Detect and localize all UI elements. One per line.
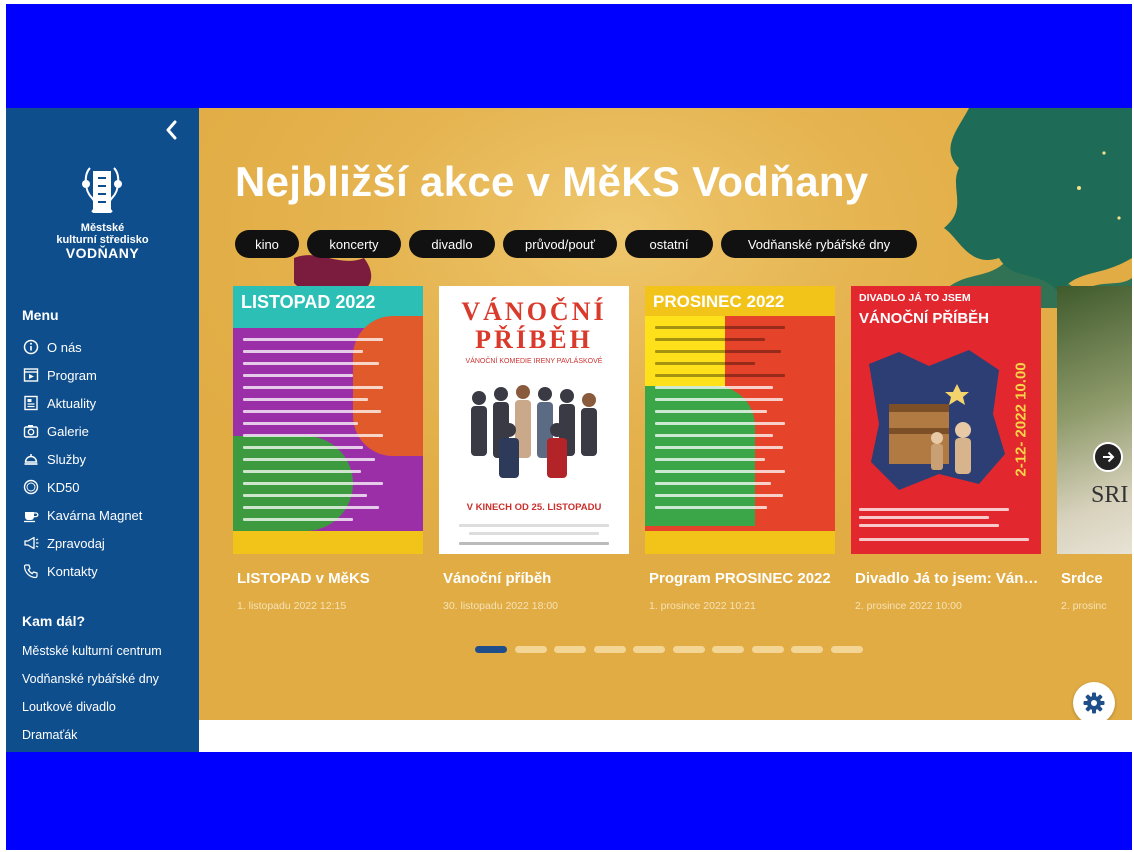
carousel-dot[interactable] bbox=[791, 646, 823, 653]
sidebar-item-kontakty[interactable]: Kontakty bbox=[22, 560, 98, 582]
gear-icon bbox=[1083, 692, 1105, 714]
link-mestske-kulturni-centrum[interactable]: Městské kulturní centrum bbox=[22, 644, 162, 658]
sidebar-item-aktuality[interactable]: Aktuality bbox=[22, 392, 96, 414]
event-title[interactable]: LISTOPAD v MěKS bbox=[237, 570, 421, 587]
event-poster[interactable]: DIVADLO JÁ TO JSEM VÁNOČNÍ PŘÍBĚH 2-12- … bbox=[851, 286, 1041, 554]
poster-footer: V KINECH OD 25. LISTOPADU bbox=[466, 502, 602, 513]
link-loutkove-divadlo[interactable]: Loutkové divadlo bbox=[22, 700, 116, 714]
carousel-dot[interactable] bbox=[514, 646, 547, 653]
carousel-dot[interactable] bbox=[475, 646, 507, 653]
event-date: 2. prosinc bbox=[1061, 600, 1107, 612]
calendar-play-icon bbox=[22, 367, 39, 384]
info-icon bbox=[22, 339, 39, 356]
poster-subtitle: VÁNOČNÍ KOMEDIE IRENY PAVLÁSKOVÉ bbox=[465, 358, 603, 365]
phone-icon bbox=[22, 563, 39, 580]
event-date: 2. prosince 2022 10:00 bbox=[855, 600, 962, 612]
sidebar-item-label: KD50 bbox=[47, 479, 80, 495]
event-poster[interactable]: VÁNOČNÍ PŘÍBĚH VÁNOČNÍ KOMEDIE IRENY PAV… bbox=[439, 286, 629, 554]
sidebar-item-o-nas[interactable]: O nás bbox=[22, 336, 82, 358]
filter-chip-kino[interactable]: kino bbox=[235, 230, 299, 258]
event-title[interactable]: Vánoční příběh bbox=[443, 570, 627, 587]
camera-icon bbox=[22, 423, 39, 440]
app-screen: Městské kulturní středisko VODŇANY Menu … bbox=[6, 108, 1132, 752]
collapse-sidebar-button[interactable] bbox=[160, 116, 184, 144]
event-poster[interactable]: PROSINEC 2022 bbox=[645, 286, 835, 554]
event-title[interactable]: Divadlo Já to jsem: Vánoční příběh bbox=[855, 570, 1039, 587]
megaphone-icon bbox=[22, 535, 39, 552]
sidebar-item-label: Služby bbox=[47, 451, 87, 467]
sidebar-item-label: Galerie bbox=[47, 423, 89, 439]
filter-chip-divadlo[interactable]: divadlo bbox=[409, 230, 495, 258]
sidebar-item-zpravodaj[interactable]: Zpravodaj bbox=[22, 532, 105, 554]
news-icon bbox=[22, 395, 39, 412]
poster-subtitle: VÁNOČNÍ PŘÍBĚH bbox=[859, 310, 990, 327]
carousel-dot[interactable] bbox=[751, 646, 784, 653]
sidebar-item-label: Aktuality bbox=[47, 395, 97, 411]
carousel-next-button[interactable] bbox=[1093, 442, 1123, 472]
filter-chip-vodnanske-rybarske-dny[interactable]: Vodňanské rybářské dny bbox=[721, 230, 917, 258]
sidebar-item-label: Kontakty bbox=[47, 563, 98, 579]
event-poster[interactable]: SRI bbox=[1057, 286, 1132, 554]
filter-chip-koncerty[interactable]: koncerty bbox=[307, 230, 401, 258]
sidebar-item-program[interactable]: Program bbox=[22, 364, 97, 386]
page-title: Nejbližší akce v MěKS Vodňany bbox=[235, 158, 869, 205]
meks-logo-icon bbox=[82, 167, 122, 213]
events-banner: Nejbližší akce v MěKS Vodňany kino konce… bbox=[199, 108, 1132, 720]
sidebar-item-label: Kavárna Magnet bbox=[47, 507, 143, 523]
sidebar-item-label: O nás bbox=[47, 339, 82, 355]
poster-date: 2-12- 2022 10.00 bbox=[1012, 361, 1030, 477]
carousel-dot[interactable] bbox=[554, 646, 586, 653]
filter-chip-ostatni[interactable]: ostatní bbox=[625, 230, 713, 258]
event-date: 1. listopadu 2022 12:15 bbox=[237, 600, 347, 612]
poster-title: SRI bbox=[1091, 482, 1129, 508]
sidebar-item-sluzby[interactable]: Služby bbox=[22, 448, 86, 470]
logo-line-3: VODŇANY bbox=[65, 245, 140, 261]
settings-button[interactable] bbox=[1073, 682, 1115, 720]
sidebar-item-label: Zpravodaj bbox=[47, 535, 105, 551]
sidebar: Městské kulturní středisko VODŇANY Menu … bbox=[6, 108, 199, 752]
menu-heading: Menu bbox=[22, 307, 59, 323]
links-heading: Kam dál? bbox=[22, 613, 86, 629]
poster-title: PROSINEC 2022 bbox=[653, 292, 785, 311]
poster-title: LISTOPAD 2022 bbox=[241, 292, 376, 312]
nativity-photo bbox=[869, 350, 1005, 490]
event-title[interactable]: Srdce bbox=[1061, 570, 1132, 587]
event-poster[interactable]: LISTOPAD 2022 bbox=[233, 286, 423, 554]
cast-photo bbox=[471, 385, 597, 478]
carousel-dot[interactable] bbox=[593, 646, 626, 653]
poster-title: VÁNOČNÍ PŘÍBĚH bbox=[461, 297, 607, 354]
chevron-left-icon bbox=[166, 120, 177, 140]
kd50-icon bbox=[22, 479, 39, 496]
event-title[interactable]: Program PROSINEC 2022 bbox=[649, 570, 833, 587]
sidebar-item-label: Program bbox=[47, 367, 97, 383]
poster-title: DIVADLO JÁ TO JSEM bbox=[859, 292, 971, 304]
link-vodnanske-rybarske-dny[interactable]: Vodňanské rybářské dny bbox=[22, 672, 159, 686]
carousel-dot[interactable] bbox=[672, 646, 705, 653]
carousel-dot[interactable] bbox=[633, 646, 665, 653]
link-dramatak[interactable]: Dramaťák bbox=[22, 728, 77, 742]
filter-chip-pruvod-pout[interactable]: průvod/pouť bbox=[503, 230, 617, 258]
arrow-right-icon bbox=[1103, 451, 1115, 463]
sidebar-item-kavarna-magnet[interactable]: Kavárna Magnet bbox=[22, 504, 142, 526]
sidebar-item-galerie[interactable]: Galerie bbox=[22, 420, 89, 442]
sidebar-item-kd50[interactable]: KD50 bbox=[22, 476, 80, 498]
carousel-dot[interactable] bbox=[830, 646, 863, 653]
service-bell-icon bbox=[22, 451, 39, 468]
event-date: 30. listopadu 2022 18:00 bbox=[443, 600, 559, 612]
event-date: 1. prosince 2022 10:21 bbox=[649, 600, 756, 612]
logo-line-1: Městské bbox=[80, 222, 125, 234]
coffee-icon bbox=[22, 507, 39, 524]
carousel-dot[interactable] bbox=[712, 646, 744, 653]
